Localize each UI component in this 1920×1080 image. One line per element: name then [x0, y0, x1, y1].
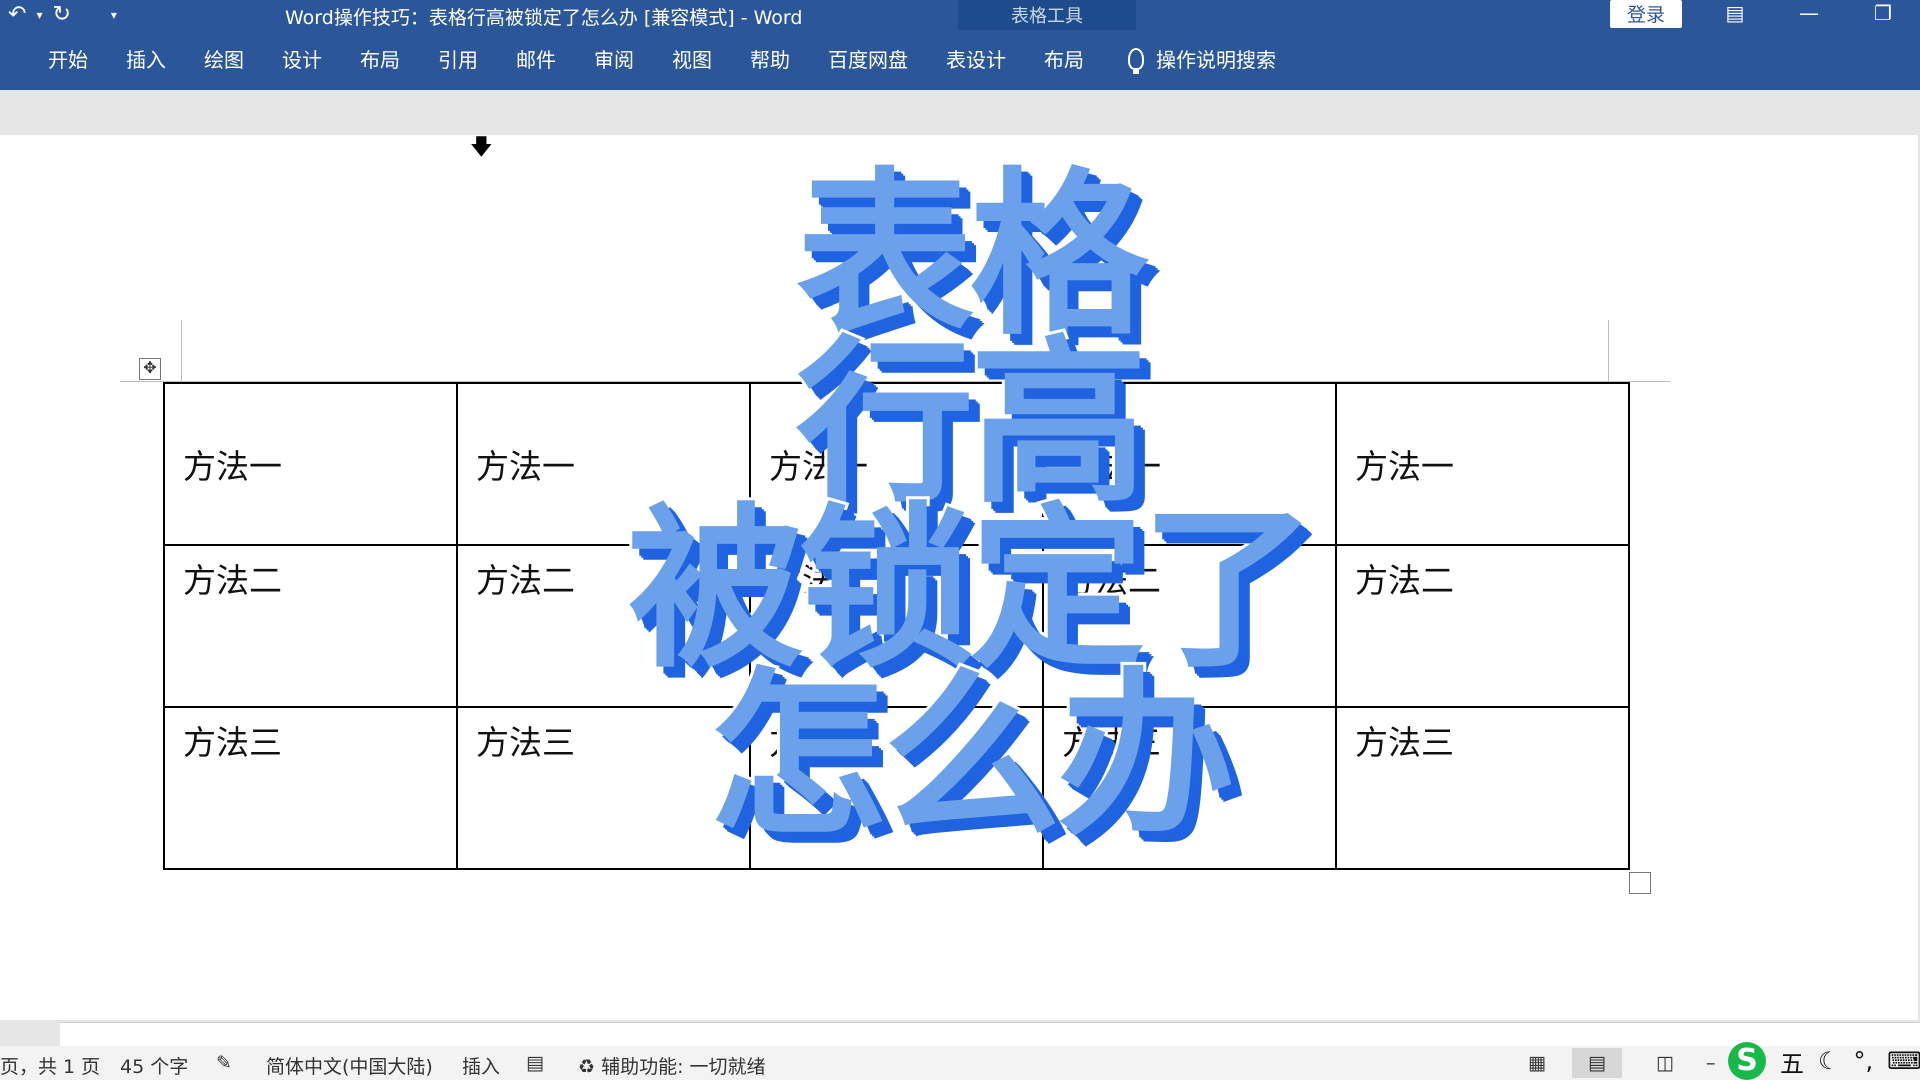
tab-design[interactable]: 设计: [264, 44, 342, 73]
customize-qat-icon[interactable]: ▾: [111, 8, 117, 22]
tab-review[interactable]: 审阅: [576, 44, 654, 73]
tab-insert[interactable]: 插入: [108, 44, 186, 73]
insert-mode[interactable]: 插入: [462, 1052, 500, 1079]
tab-home[interactable]: 开始: [30, 44, 108, 73]
accessibility-icon: ♻: [578, 1056, 596, 1078]
web-layout-icon[interactable]: ◫: [1656, 1052, 1674, 1074]
proofing-icon[interactable]: ✎: [216, 1052, 232, 1074]
margin-guide-left: [181, 320, 182, 382]
read-mode-icon[interactable]: ▦: [1528, 1052, 1546, 1074]
tell-me-search[interactable]: 操作说明搜索: [1128, 44, 1276, 74]
overlay-line: 行高: [793, 319, 1151, 527]
tab-mailings[interactable]: 邮件: [498, 44, 576, 73]
restore-icon[interactable]: ❐: [1860, 0, 1906, 30]
window-title: Word操作技巧：表格行高被锁定了怎么办 [兼容模式] - Word: [285, 7, 803, 29]
collapsed-ribbon-band: [0, 90, 1920, 135]
video-title-overlay: 表格 行高 被锁定了 怎么办: [560, 162, 1380, 849]
print-layout-icon[interactable]: ▤: [1572, 1048, 1622, 1078]
tab-layout[interactable]: 布局: [342, 44, 420, 73]
ime-mode[interactable]: 五: [1780, 1044, 1804, 1079]
lightbulb-icon: [1128, 47, 1144, 74]
context-group-label: 表格工具: [1011, 6, 1083, 27]
moon-icon[interactable]: ☾: [1818, 1047, 1840, 1075]
word-count[interactable]: 45 个字: [120, 1052, 188, 1079]
tab-help[interactable]: 帮助: [732, 44, 810, 73]
login-button[interactable]: 登录: [1610, 0, 1682, 28]
ribbon-tabs: 开始 插入 绘图 设计 布局 引用 邮件 审阅 视图 帮助 百度网盘 表设计 布…: [30, 44, 1276, 74]
undo-dropdown-icon[interactable]: ▾: [36, 8, 42, 22]
accessibility-status[interactable]: ♻ 辅助功能: 一切就绪: [578, 1052, 766, 1079]
tell-me-label: 操作说明搜索: [1156, 48, 1276, 72]
keyboard-icon[interactable]: ⌨: [1887, 1047, 1920, 1075]
ribbon: 开始 插入 绘图 设计 布局 引用 邮件 审阅 视图 帮助 百度网盘 表设计 布…: [0, 30, 1920, 90]
horizontal-scrollbar[interactable]: [60, 1022, 1920, 1047]
table-move-handle-icon[interactable]: ✥: [139, 358, 161, 380]
title-bar: ↶ ▾ ↻ ▾ Word操作技巧：表格行高被锁定了怎么办 [兼容模式] - Wo…: [0, 0, 1920, 90]
tab-view[interactable]: 视图: [654, 44, 732, 73]
status-bar: 页，共 1 页 45 个字 ✎ 简体中文(中国大陆) 插入 ▤ ♻ 辅助功能: …: [0, 1046, 1920, 1080]
language-indicator[interactable]: 简体中文(中国大陆): [266, 1052, 433, 1079]
ime-logo-icon[interactable]: S: [1728, 1042, 1766, 1080]
tab-draw[interactable]: 绘图: [186, 44, 264, 73]
mouse-pointer-icon: 🡇: [470, 135, 493, 160]
zoom-out-icon[interactable]: –: [1706, 1052, 1716, 1074]
scrollbar-track: [0, 1022, 60, 1046]
table-resize-handle[interactable]: [1629, 872, 1651, 894]
macro-icon[interactable]: ▤: [526, 1052, 544, 1074]
table-cell[interactable]: 方法二: [163, 544, 458, 708]
quick-access-toolbar: ↶ ▾ ↻ ▾: [8, 2, 117, 27]
tab-references[interactable]: 引用: [420, 44, 498, 73]
page-count[interactable]: 页，共 1 页: [0, 1052, 100, 1079]
punctuation-icon[interactable]: °,: [1854, 1047, 1874, 1075]
ime-toolbar: S 五 ☾ °, ⌨: [1728, 1042, 1920, 1080]
table-cell[interactable]: 方法三: [163, 706, 458, 870]
redo-icon[interactable]: ↻: [52, 2, 70, 27]
tab-table-design[interactable]: 表设计: [928, 44, 1026, 73]
margin-guide-right: [1608, 320, 1609, 382]
tab-baidu-netdisk[interactable]: 百度网盘: [810, 44, 928, 73]
ribbon-display-icon[interactable]: ▤: [1712, 0, 1758, 30]
undo-icon[interactable]: ↶: [8, 2, 26, 27]
minimize-icon[interactable]: —: [1786, 0, 1832, 30]
tab-table-layout[interactable]: 布局: [1026, 44, 1104, 73]
table-cell[interactable]: 方法一: [163, 382, 458, 546]
